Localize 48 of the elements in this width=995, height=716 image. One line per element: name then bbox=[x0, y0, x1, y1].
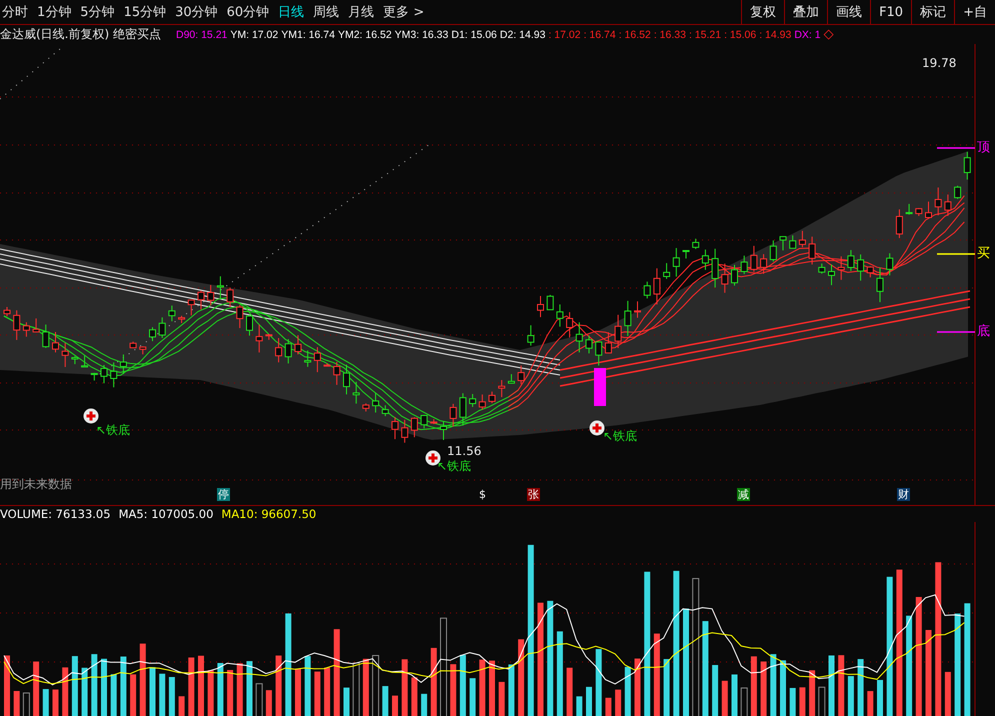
period-tab[interactable]: 日线 bbox=[278, 3, 304, 21]
event-badge: 减 bbox=[737, 488, 750, 501]
warning-note: 用到未来数据 bbox=[0, 476, 72, 493]
dotted-trend-line bbox=[0, 48, 60, 100]
period-tab[interactable]: 60分钟 bbox=[226, 3, 270, 21]
indicator-value: D1: 15.06 bbox=[451, 28, 497, 40]
indicator-value: ◇ bbox=[824, 27, 834, 42]
indicator-title: 金达威(日线.前复权) 绝密买点 bbox=[0, 26, 161, 43]
volume-value: MA10: 96607.50 bbox=[221, 507, 316, 521]
indicator-value: : 15.06 bbox=[724, 28, 756, 40]
period-tab[interactable]: 30分钟 bbox=[175, 3, 218, 21]
indicator-value: D2: 14.93 bbox=[500, 28, 546, 40]
indicator-value: YM3: 16.33 bbox=[394, 28, 448, 40]
indicator-value: DX: 1 bbox=[794, 28, 821, 40]
plus-circle-icon bbox=[589, 420, 605, 436]
event-badge: 张 bbox=[527, 488, 540, 501]
signal-line-label: 底 bbox=[977, 324, 990, 340]
signal-line-label: 顶 bbox=[977, 140, 990, 156]
indicator-value: : 16.33 bbox=[654, 28, 686, 40]
period-tab[interactable]: 5分钟 bbox=[80, 3, 115, 21]
event-badge: 停 bbox=[217, 488, 230, 501]
period-tab[interactable]: 分时 bbox=[2, 3, 28, 21]
period-tab[interactable]: 周线 bbox=[313, 3, 340, 21]
indicator-value: YM: 17.02 bbox=[230, 28, 278, 40]
indicator-value: YM1: 16.74 bbox=[281, 28, 335, 40]
price-low-label: 11.56 bbox=[447, 444, 482, 458]
plus-circle-icon bbox=[83, 408, 99, 424]
event-badge: 财 bbox=[897, 488, 910, 501]
indicator-value: YM2: 16.52 bbox=[338, 28, 392, 40]
indicator-value: : 14.93 bbox=[759, 28, 792, 40]
signal-line-label: 买 bbox=[977, 246, 990, 262]
indicator-value: : 15.21 bbox=[688, 28, 722, 40]
signal-label: ↖铁底 bbox=[437, 458, 472, 475]
period-tab[interactable]: 15分钟 bbox=[124, 3, 166, 21]
indicator-value: : 17.02 bbox=[548, 28, 581, 40]
period-tab[interactable]: 月线 bbox=[348, 3, 374, 21]
indicator-value: : 16.52 bbox=[618, 28, 651, 40]
indicator-value: D90: 15.21 bbox=[176, 28, 228, 40]
signal-bar bbox=[594, 368, 606, 406]
volume-value: VOLUME: 76133.05 bbox=[0, 507, 111, 521]
signal-label: ↖铁底 bbox=[96, 422, 130, 439]
indicator-value: : 16.74 bbox=[584, 28, 616, 40]
signal-label: ↖铁底 bbox=[603, 428, 638, 445]
event-badge: $ bbox=[478, 488, 487, 501]
volume-value: MA5: 107005.00 bbox=[118, 507, 214, 521]
period-tab[interactable]: 更多 > bbox=[383, 3, 424, 21]
period-tab[interactable]: 1分钟 bbox=[37, 3, 72, 21]
price-high-label: 19.78 bbox=[922, 56, 956, 70]
